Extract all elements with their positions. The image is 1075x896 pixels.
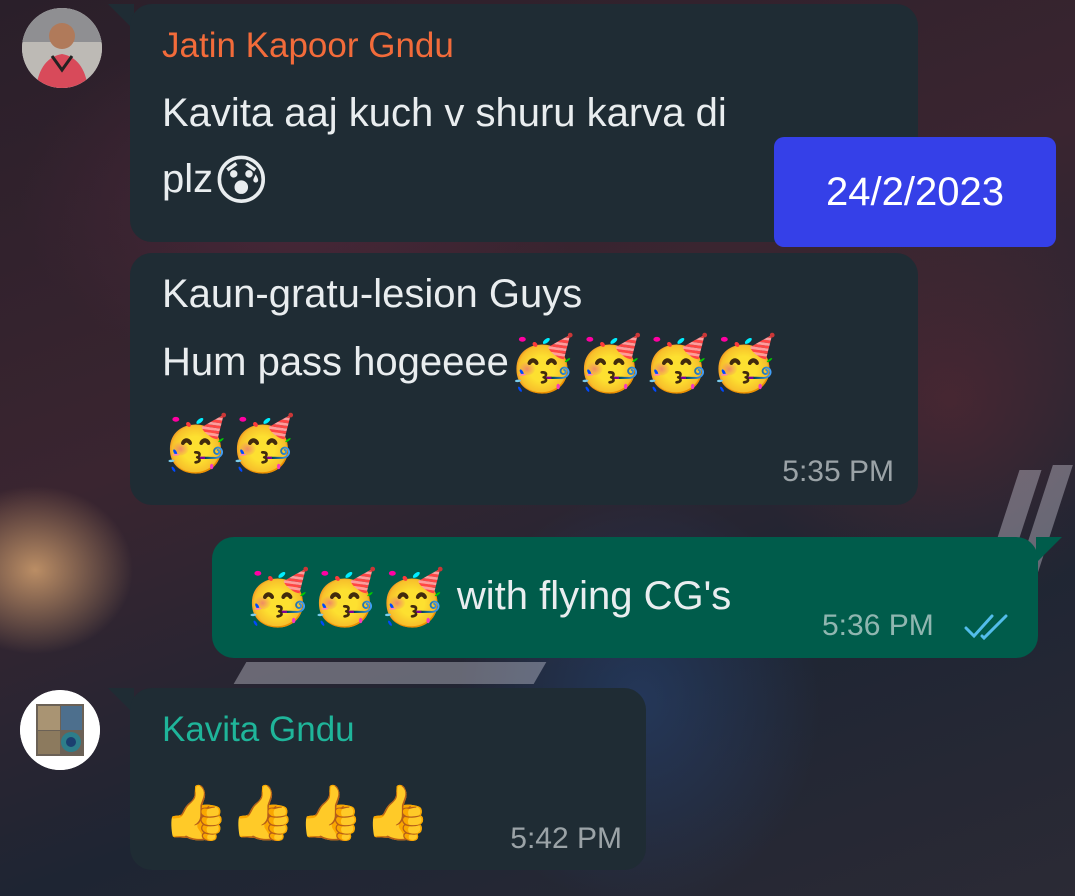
message-time: 5:36 PM bbox=[822, 609, 934, 642]
anxious-face-icon: 😰 bbox=[213, 149, 270, 213]
party-face-icon: 🥳🥳🥳🥳 bbox=[508, 332, 778, 396]
sender-name[interactable]: Kavita Gndu bbox=[162, 710, 355, 750]
date-badge: 24/2/2023 bbox=[774, 137, 1056, 247]
wallpaper-stroke bbox=[233, 662, 547, 684]
message-bubble-incoming[interactable]: Kaun-gratu-lesion Guys Hum pass hogeeee🥳… bbox=[130, 253, 918, 505]
message-text: Hum pass hogeeee bbox=[162, 340, 509, 384]
party-face-icon: 🥳🥳🥳 bbox=[244, 566, 446, 630]
message-time: 5:35 PM bbox=[782, 455, 894, 488]
message-text-line2: Hum pass hogeeee🥳🥳🥳🥳 bbox=[162, 329, 778, 395]
party-face-icon: 🥳🥳 bbox=[162, 412, 297, 476]
bubble-tail bbox=[1036, 537, 1062, 563]
message-bubble-incoming[interactable]: Kavita Gndu 👍👍👍👍 5:42 PM bbox=[130, 688, 646, 870]
date-badge-text: 24/2/2023 bbox=[826, 169, 1004, 214]
person-avatar-icon bbox=[22, 8, 102, 88]
message-text-line: 🥳🥳🥳 with flying CG's bbox=[244, 563, 731, 629]
message-bubble-outgoing[interactable]: 🥳🥳🥳 with flying CG's 5:36 PM bbox=[212, 537, 1038, 658]
sender-name[interactable]: Jatin Kapoor Gndu bbox=[162, 26, 454, 66]
message-text: plz bbox=[162, 157, 214, 201]
message-time: 5:42 PM bbox=[510, 822, 622, 855]
avatar-jatin[interactable] bbox=[22, 8, 102, 88]
double-check-icon bbox=[964, 614, 1008, 641]
message-text: with flying CG's bbox=[445, 574, 732, 618]
message-text: Kavita aaj kuch v shuru karva di bbox=[162, 91, 727, 135]
group-image-avatar-icon bbox=[20, 690, 100, 770]
emoji-row: 👍👍👍👍 bbox=[162, 778, 431, 844]
avatar-kavita[interactable] bbox=[20, 690, 100, 770]
thumbs-up-icon: 👍👍👍👍 bbox=[162, 781, 431, 845]
message-text-line2: plz😰 bbox=[162, 146, 269, 212]
message-text: Kaun-gratu-lesion Guys bbox=[162, 272, 583, 316]
emoji-row: 🥳🥳 bbox=[162, 409, 296, 475]
